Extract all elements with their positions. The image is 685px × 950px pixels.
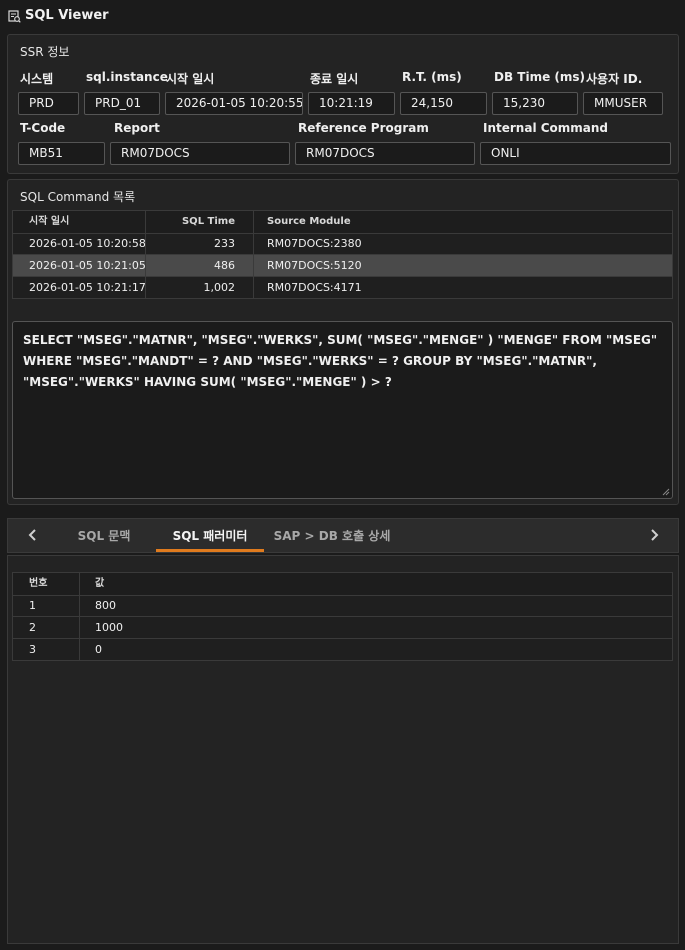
row-sql-time: 486 (214, 259, 235, 272)
end-time-label: 종료 일시 (310, 72, 359, 86)
col-value[interactable]: 값 (95, 573, 195, 595)
end-time-field[interactable]: 10:21:19 (308, 92, 395, 115)
system-field[interactable]: PRD (18, 92, 79, 115)
resize-grip-icon[interactable] (662, 488, 670, 496)
report-field[interactable]: RM07DOCS (110, 142, 290, 165)
ssr-info-panel: SSR 정보 시스템 sql.instance 시작 일시 종료 일시 R.T.… (7, 34, 679, 174)
tab-sap-db-call-detail[interactable]: SAP > DB 호출 상세 (266, 519, 398, 552)
internal-command-field[interactable]: ONLI (480, 142, 671, 165)
row-source-module: RM07DOCS:2380 (267, 237, 362, 250)
sql-viewer-icon (8, 10, 21, 23)
col-sql-time[interactable]: SQL Time (147, 211, 235, 233)
chevron-right-icon[interactable] (647, 528, 661, 542)
table-row[interactable]: 2 1000 (13, 617, 672, 639)
report-label: Report (114, 121, 160, 135)
start-time-label: 시작 일시 (166, 72, 215, 86)
col-start-time[interactable]: 시작 일시 (29, 211, 139, 233)
row-source-module: RM07DOCS:4171 (267, 281, 362, 294)
chevron-left-icon[interactable] (26, 528, 40, 542)
window-title: SQL Viewer (25, 8, 109, 23)
column-divider (253, 211, 254, 298)
sql-text-area[interactable]: SELECT "MSEG"."MATNR", "MSEG"."WERKS", S… (12, 321, 673, 499)
internal-command-label: Internal Command (483, 121, 609, 135)
col-number[interactable]: 번호 (29, 573, 79, 595)
tab-sql-parameters[interactable]: SQL 패러미터 (156, 519, 264, 552)
sql-command-panel-title: SQL Command 목록 (20, 190, 136, 204)
row-start-time: 2026-01-05 10:21:17 (29, 281, 146, 294)
system-label: 시스템 (20, 72, 54, 86)
column-divider (145, 211, 146, 298)
tab-sql-context[interactable]: SQL 문맥 (66, 519, 142, 552)
sql-instance-label: sql.instance (86, 70, 168, 84)
table-row-selected[interactable]: 2026-01-05 10:21:05 486 RM07DOCS:5120 (13, 255, 672, 277)
db-time-label: DB Time (ms) (494, 70, 586, 84)
table-row[interactable]: 2026-01-05 10:21:17 1,002 RM07DOCS:4171 (13, 277, 672, 299)
row-start-time: 2026-01-05 10:21:05 (29, 259, 146, 272)
col-source-module[interactable]: Source Module (267, 211, 467, 233)
reference-program-field[interactable]: RM07DOCS (295, 142, 475, 165)
response-time-label: R.T. (ms) (402, 70, 462, 84)
title-bar: SQL Viewer (0, 0, 685, 33)
row-source-module: RM07DOCS:5120 (267, 259, 362, 272)
param-number: 3 (29, 643, 36, 656)
row-sql-time: 1,002 (203, 281, 236, 294)
reference-program-label: Reference Program (298, 121, 429, 135)
table-header: 시작 일시 SQL Time Source Module (13, 211, 672, 234)
sql-statement-text: SELECT "MSEG"."MATNR", "MSEG"."WERKS", S… (23, 333, 658, 389)
active-tab-indicator (156, 549, 264, 552)
tcode-label: T-Code (20, 121, 66, 135)
sql-instance-field[interactable]: PRD_01 (84, 92, 160, 115)
table-row[interactable]: 3 0 (13, 639, 672, 661)
db-time-field[interactable]: 15,230 (492, 92, 578, 115)
row-sql-time: 233 (214, 237, 235, 250)
row-start-time: 2026-01-05 10:20:58 (29, 237, 146, 250)
column-divider (79, 573, 80, 660)
sql-command-table: 시작 일시 SQL Time Source Module 2026-01-05 … (12, 210, 673, 299)
detail-tab-bar: SQL 문맥 SQL 패러미터 SAP > DB 호출 상세 (7, 518, 679, 553)
tcode-field[interactable]: MB51 (18, 142, 105, 165)
table-row[interactable]: 2026-01-05 10:20:58 233 RM07DOCS:2380 (13, 233, 672, 255)
start-time-field[interactable]: 2026-01-05 10:20:55 (165, 92, 303, 115)
user-id-field[interactable]: MMUSER (583, 92, 663, 115)
response-time-field[interactable]: 24,150 (400, 92, 487, 115)
ssr-panel-title: SSR 정보 (20, 45, 70, 59)
param-number: 2 (29, 621, 36, 634)
param-value: 0 (95, 643, 102, 656)
param-value: 1000 (95, 621, 123, 634)
param-number: 1 (29, 599, 36, 612)
table-row[interactable]: 1 800 (13, 595, 672, 617)
param-value: 800 (95, 599, 116, 612)
parameters-table: 번호 값 1 800 2 1000 3 0 (12, 572, 673, 661)
table-header: 번호 값 (13, 573, 672, 596)
user-id-label: 사용자 ID. (586, 72, 643, 86)
